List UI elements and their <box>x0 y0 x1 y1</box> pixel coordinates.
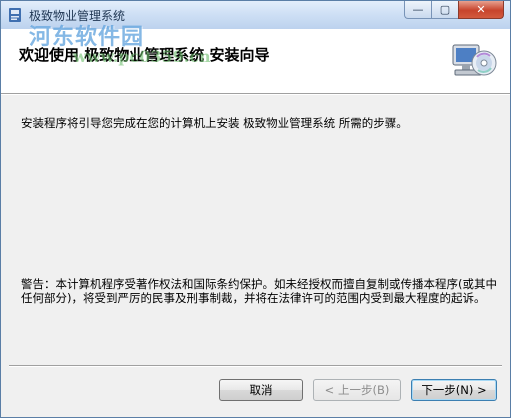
close-button[interactable]: ✕ <box>458 1 504 19</box>
header-divider <box>1 94 510 95</box>
maximize-button[interactable]: ▢ <box>431 1 458 19</box>
cancel-button[interactable]: 取消 <box>219 379 303 401</box>
maximize-icon: ▢ <box>439 3 451 16</box>
intro-text: 安装程序将引导您完成在您的计算机上安装 极致物业管理系统 所需的步骤。 <box>21 116 408 130</box>
computer-cd-icon <box>450 37 498 85</box>
footer-divider <box>9 365 502 367</box>
caption-buttons: — ▢ ✕ <box>404 1 504 21</box>
next-button[interactable]: 下一步(N) > <box>411 379 497 401</box>
watermark-url: www.pc0359.cn <box>73 47 211 66</box>
minimize-button[interactable]: — <box>404 1 431 19</box>
back-button[interactable]: < 上一步(B) <box>313 379 401 401</box>
copyright-warning: 警告：本计算机程序受著作权法和国际条约保护。如未经授权而擅自复制或传播本程序(或… <box>21 277 497 305</box>
minimize-icon: — <box>412 3 424 16</box>
installer-app-icon <box>7 7 23 23</box>
close-icon: ✕ <box>476 3 486 16</box>
installer-window: 极致物业管理系统 — ▢ ✕ 欢迎使用 极致物业管理系统 安装向导 河东软件园 … <box>0 0 511 418</box>
